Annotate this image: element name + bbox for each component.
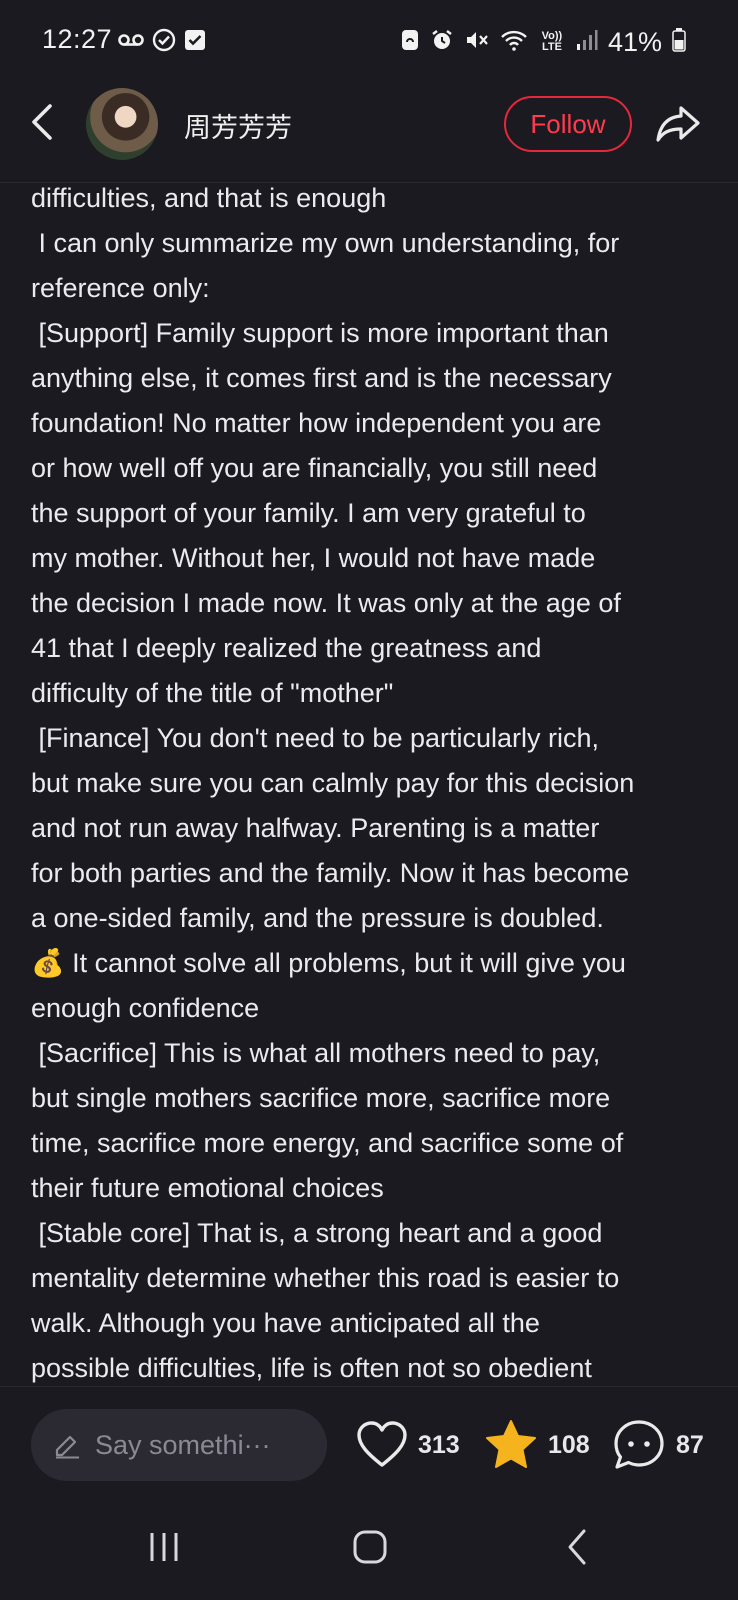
favorite-button[interactable]: 108 xyxy=(484,1415,590,1475)
post-text-line: difficulties, and that is enough xyxy=(31,183,387,213)
chevron-left-icon xyxy=(32,104,52,140)
username[interactable]: 周芳芳芳 xyxy=(184,106,292,145)
voicemail-icon xyxy=(118,31,144,54)
post-text-line: [Finance] You don't need to be particula… xyxy=(31,723,600,753)
signal-icon xyxy=(576,29,598,56)
like-button[interactable]: 313 xyxy=(356,1415,460,1475)
wifi-icon xyxy=(500,28,528,57)
back-button[interactable] xyxy=(22,102,62,142)
post-text-line: for both parties and the family. Now it … xyxy=(31,858,630,888)
comment-button[interactable]: 87 xyxy=(612,1415,704,1475)
lock-icon xyxy=(400,28,420,57)
post-content: difficulties, and that is enough I can o… xyxy=(31,176,721,1388)
like-count: 313 xyxy=(418,1430,460,1459)
comment-placeholder: Say somethi··· xyxy=(95,1429,271,1460)
post-text-line: the decision I made now. It was only at … xyxy=(31,588,621,618)
post-text-line: mentality determine whether this road is… xyxy=(31,1263,620,1293)
post-text-line: 41 that I deeply realized the greatness … xyxy=(31,633,542,663)
favorite-count: 108 xyxy=(548,1430,590,1459)
share-icon xyxy=(656,106,700,142)
pencil-icon xyxy=(55,1435,79,1459)
post-text-line: the support of your family. I am very gr… xyxy=(31,498,586,528)
post-text-line: enough confidence xyxy=(31,993,260,1023)
status-left-icons xyxy=(118,28,206,56)
share-button[interactable] xyxy=(652,100,704,148)
post-text-line: I can only summarize my own understandin… xyxy=(31,228,620,258)
follow-button[interactable]: Follow xyxy=(504,96,632,152)
post-text-line: 💰 It cannot solve all problems, but it w… xyxy=(31,948,626,978)
post-text-line: anything else, it comes first and is the… xyxy=(31,363,612,393)
heart-icon xyxy=(357,1421,407,1467)
check-circle-icon xyxy=(152,28,176,57)
volte-icon: Vo)) LTE xyxy=(538,31,566,53)
status-right-icons: Vo)) LTE 41% xyxy=(400,26,686,58)
post-text-line: but make sure you can calmly pay for thi… xyxy=(31,768,635,798)
recent-apps-button[interactable] xyxy=(134,1522,194,1572)
avatar[interactable] xyxy=(86,88,158,160)
system-nav-bar xyxy=(0,1494,738,1600)
post-text-line: but single mothers sacrifice more, sacri… xyxy=(31,1083,611,1113)
battery-percent: 41% xyxy=(607,26,662,57)
post-text-line: their future emotional choices xyxy=(31,1173,384,1203)
post-text-line: [Support] Family support is more importa… xyxy=(31,318,609,348)
nav-back-button[interactable] xyxy=(548,1522,608,1572)
post-text-line: a one-sided family, and the pressure is … xyxy=(31,903,604,933)
post-text-line: possible difficulties, life is often not… xyxy=(31,1353,592,1383)
post-text-line: [Sacrifice] This is what all mothers nee… xyxy=(31,1038,601,1068)
post-text-line: time, sacrifice more energy, and sacrifi… xyxy=(31,1128,624,1158)
post-text-line: and not run away halfway. Parenting is a… xyxy=(31,813,600,843)
recent-apps-icon xyxy=(150,1533,178,1561)
mute-icon xyxy=(464,28,490,57)
comment-count: 87 xyxy=(676,1430,704,1459)
battery-icon xyxy=(672,27,686,57)
post-text-line: walk. Although you have anticipated all … xyxy=(31,1308,540,1338)
alarm-icon xyxy=(430,28,454,57)
back-icon xyxy=(568,1529,586,1565)
comment-input[interactable]: Say somethi··· xyxy=(31,1409,327,1481)
checkbox-icon xyxy=(184,29,206,56)
bottom-action-bar: Say somethi··· 313 108 87 xyxy=(0,1386,738,1495)
star-icon xyxy=(486,1420,536,1468)
post-text-line: my mother. Without her, I would not have… xyxy=(31,543,596,573)
post-text-line: foundation! No matter how independent yo… xyxy=(31,408,602,438)
comment-bubble-icon xyxy=(614,1420,664,1469)
volte-label: Vo)) LTE xyxy=(541,30,563,53)
status-time: 12:27 xyxy=(42,24,113,54)
post-text-line: [Stable core] That is, a strong heart an… xyxy=(31,1218,603,1248)
home-button[interactable] xyxy=(340,1522,400,1572)
post-text-line: reference only: xyxy=(31,273,210,303)
post-text-line: difficulty of the title of "mother" xyxy=(31,678,394,708)
home-icon xyxy=(353,1530,387,1564)
post-text-line: or how well off you are financially, you… xyxy=(31,453,598,483)
post-header: 周芳芳芳 Follow xyxy=(0,88,738,183)
status-bar: 12:27 Vo)) LTE 41% xyxy=(0,0,738,88)
